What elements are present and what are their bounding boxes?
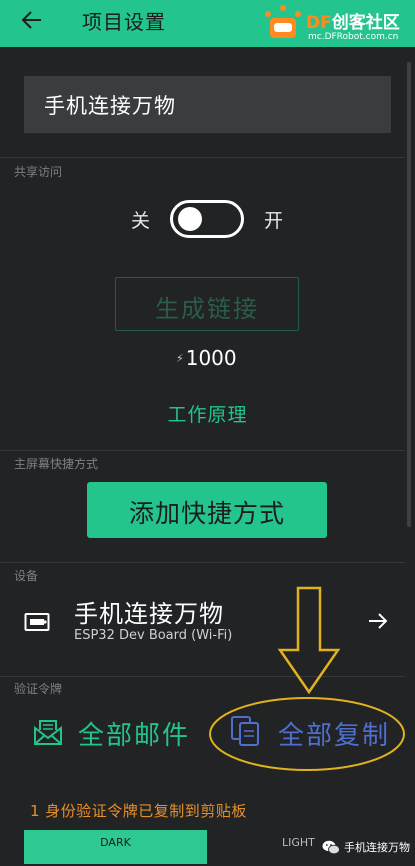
highlight-ellipse-annotation <box>209 697 405 771</box>
wechat-icon <box>322 840 340 855</box>
device-name: 手机连接万物 <box>74 600 224 628</box>
board-icon <box>24 613 50 631</box>
theme-light-label: LIGHT <box>282 836 315 849</box>
theme-dark-label: DARK <box>100 836 131 849</box>
robot-logo-icon <box>265 5 301 38</box>
add-shortcut-button[interactable]: 添加快捷方式 <box>87 482 327 538</box>
toggle-on-label: 开 <box>264 210 284 232</box>
theme-dark-button[interactable]: DARK <box>24 830 207 864</box>
energy-cost-value: 1000 <box>185 346 237 370</box>
section-label-share: 共享访问 <box>14 165 63 179</box>
theme-light-button[interactable]: LIGHT <box>266 830 326 864</box>
section-label-device: 设备 <box>14 569 39 583</box>
email-all-label: 全部邮件 <box>78 721 191 751</box>
add-shortcut-label: 添加快捷方式 <box>128 499 285 528</box>
energy-cost: ⚡ 1000 <box>176 346 237 370</box>
how-it-works-link[interactable]: 工作原理 <box>0 400 415 427</box>
device-row[interactable]: 手机连接万物 ESP32 Dev Board (Wi-Fi) <box>0 588 405 660</box>
page-title: 项目设置 <box>82 10 166 34</box>
arrow-left-icon[interactable] <box>20 8 44 32</box>
arrow-down-annotation-icon <box>277 586 341 695</box>
section-divider <box>0 157 405 158</box>
copied-notice: 1 身份验证令牌已复制到剪贴板 <box>30 802 247 820</box>
section-divider <box>0 450 405 451</box>
arrow-right-icon[interactable] <box>367 610 389 632</box>
section-divider <box>0 562 405 563</box>
section-label-home-screen: 主屏幕快捷方式 <box>14 457 99 471</box>
lightning-icon: ⚡ <box>176 352 184 365</box>
email-icon <box>34 720 62 745</box>
email-all-button[interactable]: 全部邮件 <box>24 705 199 757</box>
device-model: ESP32 Dev Board (Wi-Fi) <box>74 628 233 643</box>
logo-url-text: mc.DFRobot.com.cn <box>308 32 399 42</box>
project-name-value: 手机连接万物 <box>44 94 176 118</box>
project-name-field[interactable]: 手机连接万物 <box>24 76 391 133</box>
section-divider <box>0 676 405 677</box>
toggle-knob <box>178 207 202 231</box>
generate-link-label: 生成链接 <box>155 295 259 323</box>
generate-link-button[interactable]: 生成链接 <box>115 277 299 331</box>
dfrobot-logo: DF创客社区 mc.DFRobot.com.cn <box>262 4 415 46</box>
toggle-off-label: 关 <box>131 210 151 232</box>
section-label-auth-token: 验证令牌 <box>14 682 63 696</box>
logo-brand-text: DF创客社区 <box>306 13 400 33</box>
share-access-toggle[interactable] <box>170 200 244 238</box>
scrollbar[interactable] <box>407 62 411 527</box>
watermark-label: 手机连接万物 <box>344 841 410 854</box>
